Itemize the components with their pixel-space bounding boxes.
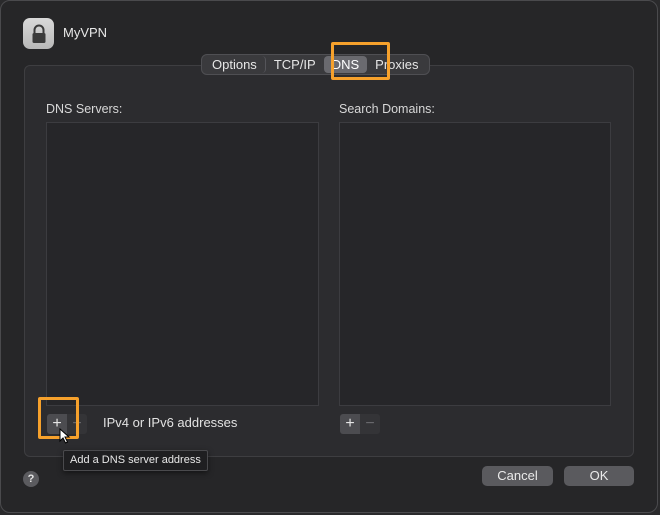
dns-address-hint: IPv4 or IPv6 addresses bbox=[103, 415, 238, 430]
dns-servers-label: DNS Servers: bbox=[46, 102, 123, 116]
help-button[interactable]: ? bbox=[23, 471, 39, 487]
search-domains-label: Search Domains: bbox=[339, 102, 435, 116]
add-search-domain-button[interactable]: + bbox=[340, 414, 360, 434]
window-title: MyVPN bbox=[63, 25, 108, 40]
vpn-settings-window: MyVPN Options TCP/IP DNS Proxies DNS Ser… bbox=[0, 0, 658, 513]
tab-dns-highlight bbox=[331, 42, 390, 80]
tab-bar: Options TCP/IP DNS Proxies bbox=[201, 54, 430, 75]
add-dns-tooltip: Add a DNS server address bbox=[63, 450, 208, 471]
lock-icon bbox=[23, 18, 54, 49]
search-domains-list[interactable] bbox=[339, 122, 611, 406]
tab-tcpip[interactable]: TCP/IP bbox=[266, 56, 324, 73]
search-add-remove-group: + − bbox=[340, 414, 380, 434]
tab-options[interactable]: Options bbox=[204, 56, 266, 73]
dns-servers-list[interactable] bbox=[46, 122, 319, 406]
remove-search-domain-button[interactable]: − bbox=[360, 414, 380, 434]
ok-button[interactable]: OK bbox=[564, 466, 634, 486]
cancel-button[interactable]: Cancel bbox=[482, 466, 553, 486]
cursor-icon bbox=[59, 427, 71, 449]
